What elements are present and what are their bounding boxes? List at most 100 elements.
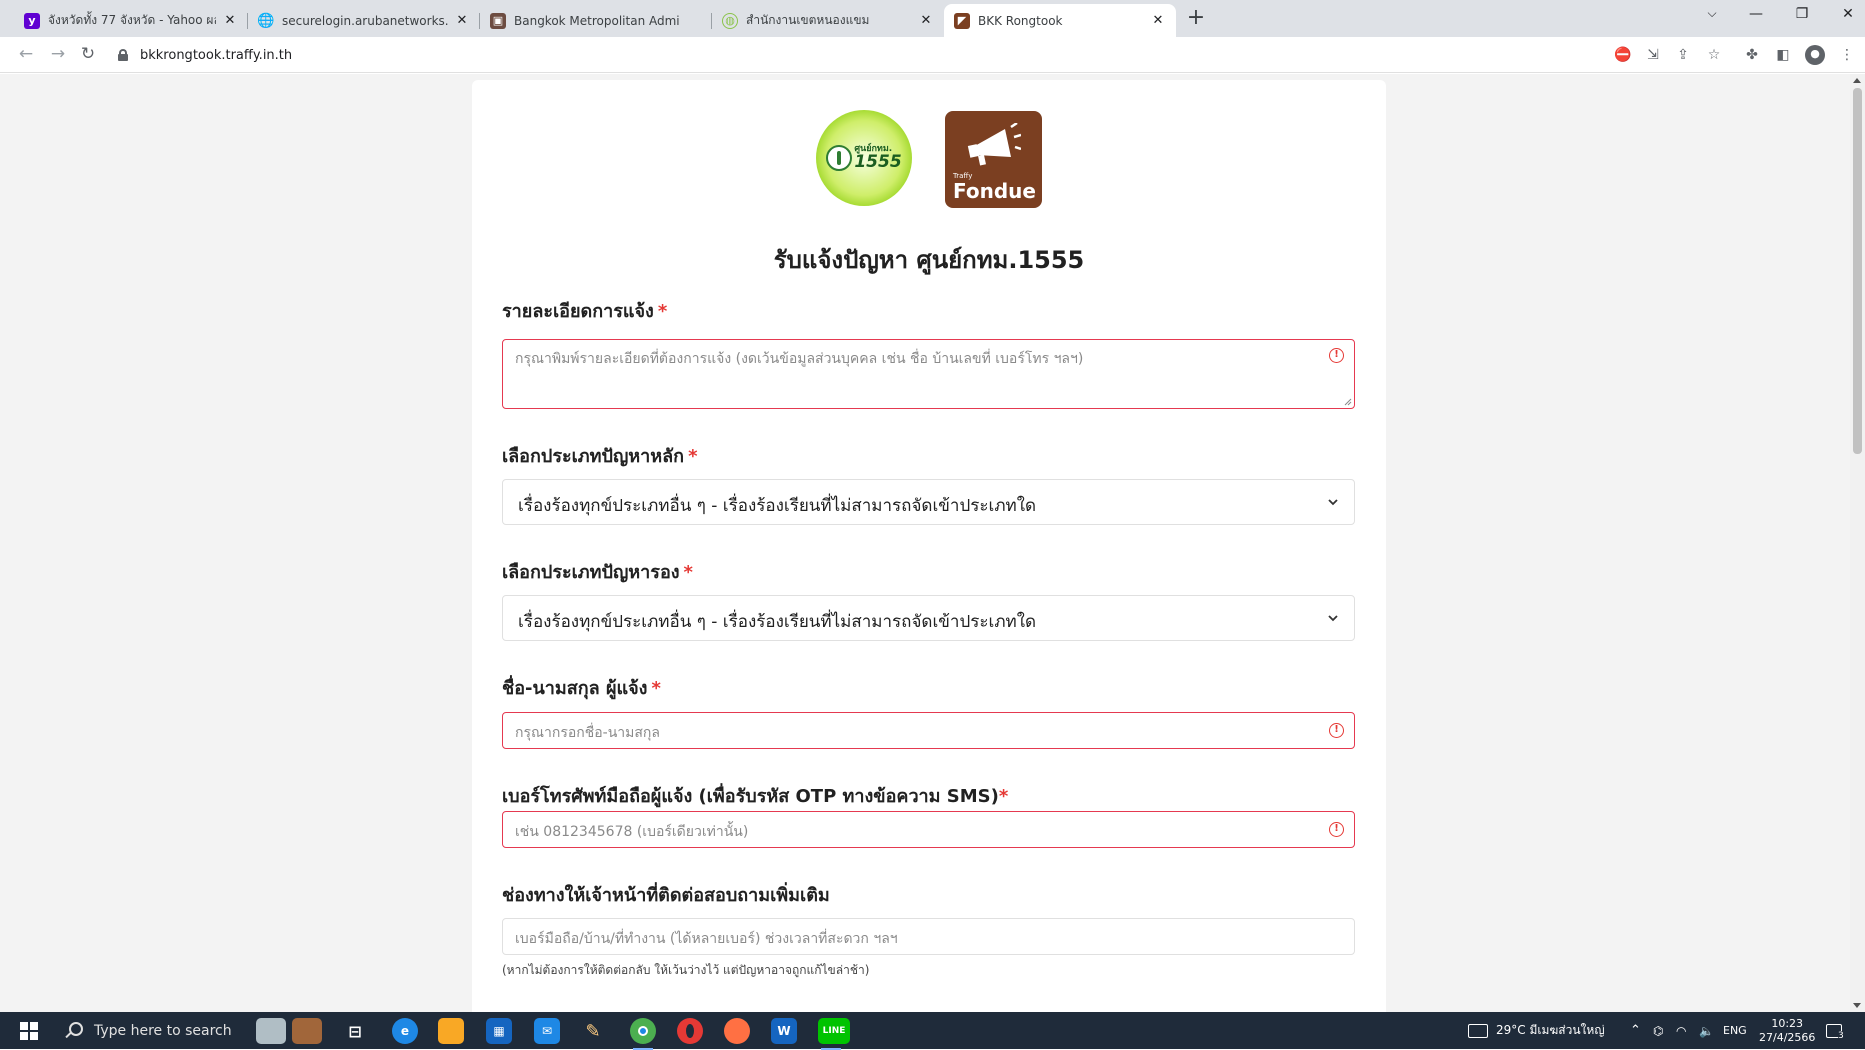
mail-icon[interactable]: ✉ [534, 1018, 560, 1044]
taskbar-search-placeholder: Type here to search [94, 1022, 232, 1039]
scroll-up-arrow-icon[interactable] [1853, 78, 1861, 83]
bkk-rongtook-icon: ◤ [954, 12, 970, 29]
line-app-icon[interactable]: LINE [818, 1018, 850, 1050]
opera-icon[interactable] [677, 1018, 703, 1044]
details-placeholder: กรุณาพิมพ์รายละเอียดที่ต้องการแจ้ง (งดเว… [515, 351, 1084, 367]
notification-center-icon[interactable]: 3 [1826, 1012, 1844, 1049]
tab-district-office[interactable]: ◍ สำนักงานเขตหนองแขม ✕ [712, 4, 944, 37]
scroll-down-arrow-icon[interactable] [1853, 1003, 1861, 1008]
resize-grip-icon[interactable] [1344, 398, 1352, 406]
forward-arrow-icon[interactable]: → [46, 43, 70, 67]
tab-search-chevron-icon[interactable]: ⌵ [1699, 6, 1725, 30]
word-icon[interactable]: W [771, 1018, 797, 1044]
clock[interactable]: 10:23 27/4/2566 [1759, 1012, 1815, 1049]
page-scrollbar[interactable] [1850, 74, 1865, 1012]
share-icon[interactable]: ⇪ [1674, 46, 1692, 64]
page-title: รับแจ้งปัญหา ศูนย์กทม.1555 [773, 246, 1085, 274]
required-asterisk: * [683, 562, 693, 583]
tab-yahoo[interactable]: y จังหวัดทั้ง 77 จังหวัด - Yahoo ผลค้นหา… [14, 4, 248, 37]
windows-start-icon[interactable] [20, 1022, 38, 1040]
contact-channel-hint: (หากไม่ต้องการให้ติดต่อกลับ ให้เว้นว่างไ… [502, 963, 870, 977]
tab-title: สำนักงานเขตหนองแขม [746, 13, 870, 27]
tab-aruba[interactable]: 🌐 securelogin.arubanetworks.com/ ✕ [248, 4, 480, 37]
firefox-icon[interactable] [724, 1018, 750, 1044]
bma-seal-icon [826, 145, 853, 171]
main-category-select[interactable]: เรื่องร้องทุกข์ประเภทอื่น ๆ - เรื่องร้อง… [502, 479, 1355, 525]
briefcase-app-icon[interactable] [292, 1018, 322, 1044]
wifi-icon[interactable]: ◠ [1676, 1012, 1686, 1049]
contact-channel-placeholder: เบอร์มือถือ/บ้าน/ที่ทำงาน (ได้หลายเบอร์)… [515, 931, 898, 947]
back-arrow-icon[interactable]: ← [14, 43, 38, 67]
phone-placeholder: เช่น 0812345678 (เบอร์เดียวเท่านั้น) [515, 824, 749, 840]
reporter-name-label: ชื่อ-นามสกุล ผู้แจ้ง * [502, 673, 661, 702]
file-explorer-icon[interactable] [438, 1018, 464, 1044]
language-indicator[interactable]: ENG [1723, 1012, 1747, 1049]
details-label-text: รายละเอียดการแจ้ง [502, 301, 654, 322]
page-viewport: ศูนย์กทม. 1555 Traffy Fondue รับแจ้งปัญห… [0, 74, 1865, 1012]
details-textarea[interactable]: กรุณาพิมพ์รายละเอียดที่ต้องการแจ้ง (งดเว… [502, 339, 1355, 409]
browser-tab-strip: y จังหวัดทั้ง 77 จังหวัด - Yahoo ผลค้นหา… [0, 0, 1865, 37]
tab-title: Bangkok Metropolitan Administr [514, 13, 680, 28]
clock-date: 27/4/2566 [1759, 1030, 1816, 1044]
main-category-label: เลือกประเภทปัญหาหลัก * [502, 441, 698, 470]
tab-bma[interactable]: ▣ Bangkok Metropolitan Administr ✕ [480, 4, 712, 37]
sub-category-label: เลือกประเภทปัญหารอง * [502, 557, 693, 586]
error-icon: ! [1329, 348, 1344, 363]
sub-category-select[interactable]: เรื่องร้องทุกข์ประเภทอื่น ๆ - เรื่องร้อง… [502, 595, 1355, 641]
chrome-icon[interactable] [630, 1018, 656, 1050]
close-tab-icon[interactable]: ✕ [222, 13, 238, 28]
clock-time: 10:23 [1771, 1016, 1804, 1030]
bkk-1555-logo: ศูนย์กทม. 1555 [816, 110, 912, 206]
error-icon: ! [1329, 822, 1344, 837]
restore-button[interactable]: ❐ [1789, 6, 1815, 30]
contact-channel-label: ช่องทางให้เจ้าหน้าที่ติดต่อสอบถามเพิ่มเต… [502, 885, 830, 906]
store-icon[interactable]: ▦ [486, 1018, 512, 1044]
profile-avatar[interactable]: ● [1805, 45, 1825, 65]
minimize-button[interactable]: — [1743, 6, 1769, 30]
main-category-label-text: เลือกประเภทปัญหาหลัก [502, 446, 685, 467]
close-tab-icon[interactable]: ✕ [454, 13, 470, 28]
weather-widget[interactable]: 29°C มีเมฆส่วนใหญ่ [1468, 1012, 1605, 1049]
globe-icon: 🌐 [257, 12, 275, 29]
required-asterisk: * [657, 301, 668, 322]
lock-icon[interactable] [118, 49, 128, 61]
new-tab-button[interactable]: + [1183, 6, 1209, 32]
logo-1555-number: 1555 [854, 152, 902, 172]
phone-label-text: เบอร์โทรศัพท์มือถือผู้แจ้ง (เพื่อรับรหัส… [502, 786, 999, 807]
side-panel-icon[interactable]: ◧ [1774, 46, 1792, 64]
main-category-value: เรื่องร้องทุกข์ประเภทอื่น ๆ - เรื่องร้อง… [518, 496, 1037, 516]
logo-fondue-text: Fondue [953, 179, 1036, 203]
close-window-button[interactable]: ✕ [1835, 6, 1861, 30]
paint-icon[interactable]: ✎ [580, 1018, 606, 1044]
search-icon [64, 1021, 83, 1040]
news-widget-icon [1468, 1023, 1488, 1038]
weather-text: 29°C มีเมฆส่วนใหญ่ [1496, 1023, 1605, 1037]
volume-icon[interactable]: 🔈 [1699, 1012, 1714, 1049]
show-hidden-icons-chevron-icon[interactable]: ⌃ [1630, 1012, 1641, 1049]
reporter-name-input[interactable]: กรุณากรอกชื่อ-นามสกุล ! [502, 712, 1355, 749]
scrollbar-thumb[interactable] [1853, 88, 1862, 454]
browser-menu-icon[interactable]: ⋮ [1838, 46, 1856, 64]
reload-icon[interactable]: ↻ [76, 43, 100, 67]
details-label: รายละเอียดการแจ้ง * [502, 296, 667, 325]
bookmark-star-icon[interactable]: ☆ [1705, 46, 1723, 64]
phone-input[interactable]: เช่น 0812345678 (เบอร์เดียวเท่านั้น) ! [502, 811, 1355, 848]
task-view-icon[interactable]: ⊟ [342, 1018, 368, 1044]
megaphone-icon [967, 123, 1021, 166]
edge-browser-icon[interactable]: e [392, 1018, 418, 1044]
install-app-icon[interactable]: ⇲ [1644, 46, 1662, 64]
close-tab-icon[interactable]: ✕ [918, 13, 934, 28]
error-icon: ! [1329, 723, 1344, 738]
onedrive-icon[interactable]: ⌬ [1653, 1012, 1663, 1049]
windows-taskbar: Type here to search ⊟ e ▦ ✉ ✎ W LINE 29°… [0, 1012, 1865, 1050]
bma-icon: ▣ [490, 12, 506, 29]
address-bar[interactable]: bkkrongtook.traffy.in.th [118, 42, 292, 68]
close-tab-icon[interactable]: ✕ [1150, 13, 1166, 28]
contact-channel-input[interactable]: เบอร์มือถือ/บ้าน/ที่ทำงาน (ได้หลายเบอร์)… [502, 918, 1355, 955]
taskbar-search-box[interactable]: Type here to search [52, 1012, 250, 1049]
laptop-app-icon[interactable] [256, 1018, 286, 1044]
extensions-puzzle-icon[interactable]: ✤ [1743, 46, 1761, 64]
blocked-popup-icon[interactable]: ⛔ [1614, 46, 1632, 64]
tab-title: BKK Rongtook [978, 13, 1063, 28]
tab-bkk-rongtook[interactable]: ◤ BKK Rongtook ✕ [944, 4, 1176, 37]
